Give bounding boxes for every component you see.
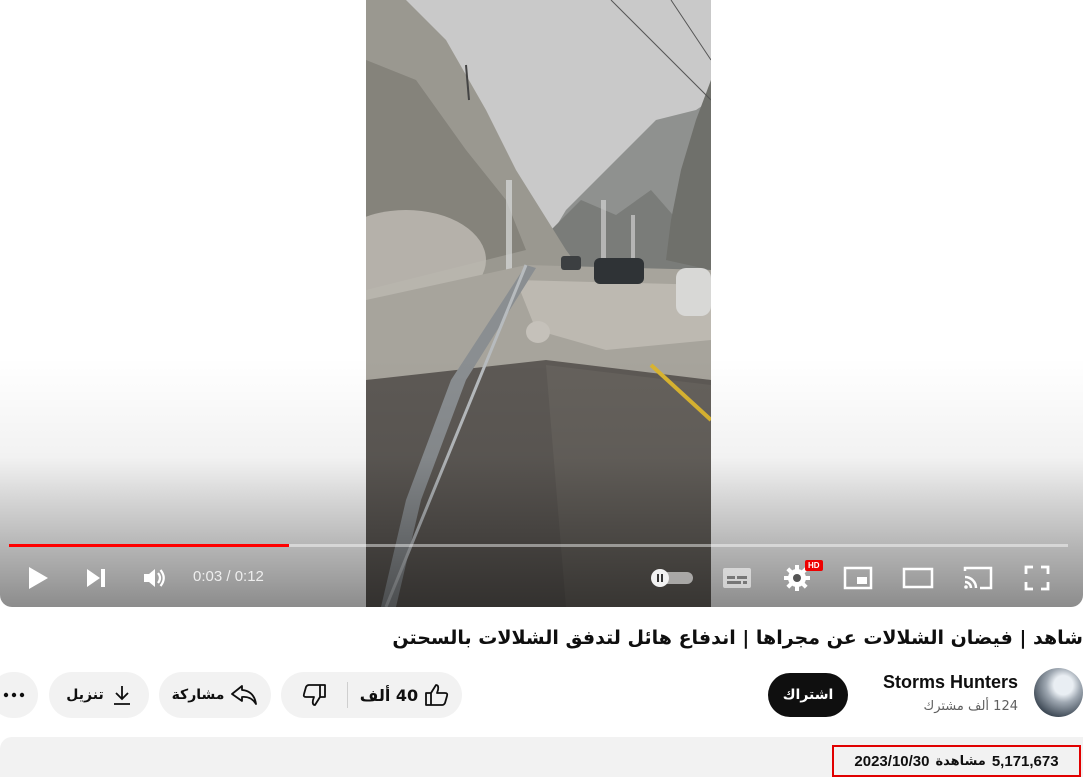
subtitles-button[interactable] [720, 560, 754, 596]
miniplayer-button[interactable] [841, 560, 875, 596]
volume-button[interactable] [138, 560, 172, 596]
channel-name[interactable]: Storms Hunters [883, 672, 1018, 693]
cast-icon [963, 566, 993, 590]
share-button[interactable]: مشاركة [159, 672, 271, 718]
share-label: مشاركة [171, 687, 225, 703]
cast-button[interactable] [960, 560, 996, 596]
dislike-icon [302, 684, 326, 706]
video-meta: 2023/10/30 مشاهدة 5,171,673 [832, 745, 1081, 777]
upload-date: 2023/10/30 [854, 752, 930, 770]
video-title: شاهد | فيضان الشلالات عن مجراها | اندفاع… [392, 627, 1083, 649]
views-label: مشاهدة [935, 753, 986, 769]
like-dislike-group: 40 ألف [281, 672, 462, 718]
theater-icon [902, 567, 934, 589]
play-button[interactable] [22, 560, 54, 596]
view-count: 5,171,673 [991, 752, 1059, 770]
theater-mode-button[interactable] [900, 560, 936, 596]
download-icon [113, 686, 130, 705]
progress-played [9, 544, 289, 547]
next-button[interactable] [80, 560, 112, 596]
video-player[interactable]: 0:03 / 0:12 HD [0, 0, 1083, 607]
subtitles-icon [723, 568, 751, 588]
video-scene [366, 0, 711, 607]
more-actions-button[interactable] [0, 672, 38, 718]
video-frame[interactable] [366, 0, 711, 607]
like-icon [425, 684, 449, 706]
download-button[interactable]: تنزيل [49, 672, 149, 718]
volume-icon [144, 569, 165, 587]
fullscreen-icon [1024, 565, 1050, 591]
autoplay-toggle[interactable] [651, 569, 693, 587]
subscriber-count: 124 ألف مشترك [923, 699, 1019, 714]
fullscreen-button[interactable] [1020, 560, 1054, 596]
like-count: 40 ألف [359, 685, 419, 705]
channel-avatar[interactable] [1034, 668, 1083, 717]
more-icon [3, 692, 25, 698]
pause-icon [651, 569, 669, 587]
share-icon [231, 685, 258, 705]
miniplayer-icon [843, 566, 873, 590]
play-icon [29, 567, 48, 589]
dislike-button[interactable] [281, 672, 347, 718]
subscribe-button[interactable]: اشتراك [768, 673, 848, 717]
progress-bar[interactable] [9, 544, 1068, 547]
next-icon [87, 569, 105, 587]
time-display: 0:03 / 0:12 [193, 568, 264, 585]
hd-badge: HD [805, 560, 823, 571]
download-label: تنزيل [66, 687, 104, 703]
like-button[interactable]: 40 ألف [348, 672, 462, 718]
like-divider [347, 682, 348, 708]
